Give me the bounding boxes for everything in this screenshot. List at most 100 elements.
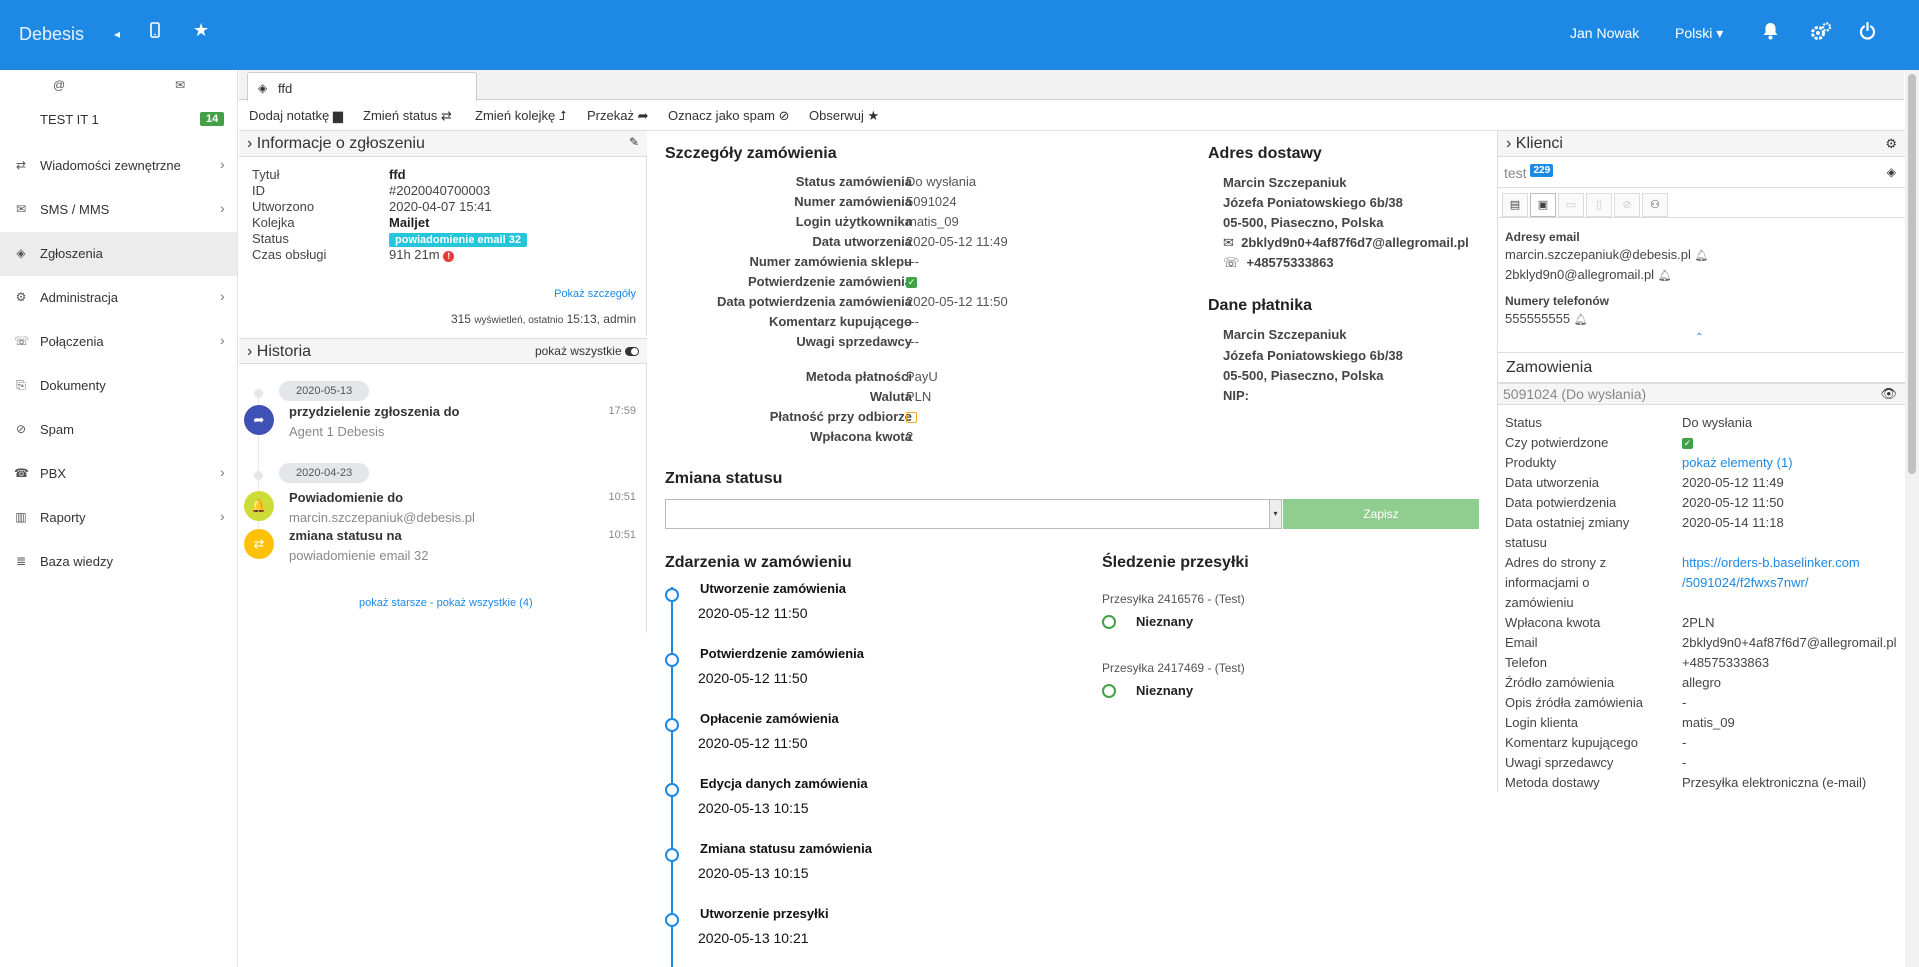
language-select[interactable]: Polski ▾: [1675, 25, 1723, 42]
ticket-info-header[interactable]: › Informacje o zgłoszeniu ✎: [239, 131, 647, 157]
ticket-info-value: ffd: [389, 167, 406, 182]
last-label: , ostatnio: [522, 315, 564, 326]
sidebar-top: @ ✉: [0, 70, 237, 100]
change-status-button[interactable]: Zmień status ⇄: [363, 108, 452, 124]
orders-label-line: Wpłacona kwota: [1505, 615, 1601, 630]
event-date: 2020-05-13 10:15: [698, 800, 809, 816]
power-icon[interactable]: [1859, 21, 1876, 46]
sidebar-item-label: Raporty: [40, 510, 86, 525]
history-header[interactable]: › Historia pokaż wszystkie: [239, 338, 647, 364]
star-icon[interactable]: ★: [193, 20, 209, 40]
shipment-label[interactable]: Przesyłka 2417469 - (Test): [1102, 661, 1245, 675]
order-label: Potwierdzenie zamówienia: [748, 274, 912, 289]
history-footer-link[interactable]: pokaż starsze - pokaż wszystkie (4): [359, 597, 533, 609]
history-entry-title: zmiana statusu na: [289, 528, 402, 543]
ban-icon[interactable]: ⊘: [1614, 193, 1640, 217]
page-scrollbar[interactable]: [1905, 70, 1919, 967]
brand-logo[interactable]: Debesis: [19, 24, 84, 45]
bell-icon[interactable]: 🔔︎: [1658, 270, 1672, 282]
order-url-link[interactable]: https://orders-b.baselinker.com: [1682, 555, 1860, 570]
order-value: ---: [906, 334, 919, 349]
client-email[interactable]: marcin.szczepaniuk@debesis.pl 🔔︎: [1505, 247, 1709, 262]
ticket-info-label: Czas obsługi: [252, 247, 327, 262]
events-title: Zdarzenia w zamówieniu: [665, 554, 852, 571]
bell-icon[interactable]: 🔔︎: [1574, 314, 1588, 326]
client-email[interactable]: 2bklyd9n0@allegromail.pl 🔔︎: [1505, 267, 1672, 282]
edit-icon[interactable]: ✎: [629, 135, 639, 149]
sidebar-item-9[interactable]: ≣ Baza wiedzy: [0, 540, 237, 584]
forward-button[interactable]: Przekaż ➦: [587, 108, 649, 124]
sidebar-item-0[interactable]: ⇄ Wiadomości zewnętrzne ›: [0, 144, 237, 188]
tag-icon: ◈: [258, 81, 268, 95]
sidebar-item-1[interactable]: ✉ SMS / MMS ›: [0, 188, 237, 232]
sidebar-item-6[interactable]: ⊘ Spam: [0, 408, 237, 452]
orders-label-line: Metoda dostawy: [1505, 775, 1600, 790]
chevron-left-icon[interactable]: ◂: [114, 24, 120, 44]
client-phone[interactable]: 555555555 🔔︎: [1505, 311, 1588, 326]
list-icon[interactable]: ▤: [1502, 193, 1528, 217]
order-label: Uwagi sprzedawcy: [796, 334, 912, 349]
order-item-header[interactable]: 5091024 (Do wysłania) 👁: [1498, 383, 1905, 405]
bell-icon[interactable]: [1762, 22, 1779, 46]
watch-button[interactable]: Obserwuj ★: [809, 108, 879, 124]
save-button[interactable]: Zapisz: [1283, 499, 1479, 529]
ticket-info-row-value: 2020-04-07 15:41: [389, 199, 492, 214]
gear-icon[interactable]: ⚙: [1885, 136, 1897, 152]
ticket-info-value: Mailjet: [389, 215, 430, 230]
history-entry-sub: marcin.szczepaniuk@debesis.pl: [289, 510, 475, 525]
add-note-button[interactable]: Dodaj notatkę ▆: [249, 108, 343, 124]
gears-icon[interactable]: [1810, 22, 1832, 48]
queue-item[interactable]: TEST IT 1 14: [0, 100, 237, 140]
orders-row-value: -: [1682, 753, 1686, 773]
sidebar-item-2[interactable]: ◈ Zgłoszenia: [0, 232, 237, 276]
sidebar-item-4[interactable]: ☏ Połączenia ›: [0, 320, 237, 364]
orders-header: Zamowienia: [1498, 353, 1905, 383]
order-url-link-2[interactable]: /5091024/f2fwxs7nwr/: [1682, 575, 1808, 590]
users-icon[interactable]: ⚇: [1642, 193, 1668, 217]
mobile-icon[interactable]: [150, 22, 160, 44]
show-all-toggle[interactable]: pokaż wszystkie: [535, 344, 639, 358]
tag-icon[interactable]: ◈: [1887, 165, 1896, 179]
order-row-value: Do wysłania: [906, 174, 976, 189]
ticket-info-title: › Informacje o zgłoszeniu: [247, 135, 425, 152]
history-entry-icon: 🔔: [244, 491, 274, 521]
eye-icon[interactable]: 👁: [1880, 386, 1897, 402]
sidebar-item-icon: ◈: [16, 246, 26, 260]
envelope-icon[interactable]: ✉: [175, 78, 185, 92]
history-entry-icon: ⇄: [244, 529, 274, 559]
status-select[interactable]: ▾: [665, 499, 1282, 529]
shipment-label[interactable]: Przesyłka 2416576 - (Test): [1102, 592, 1245, 606]
sidebar-item-label: Baza wiedzy: [40, 554, 113, 569]
orders-label-line: statusu: [1505, 535, 1547, 550]
mark-spam-button[interactable]: Oznacz jako spam ⊘: [668, 108, 789, 124]
orders-row-value: 2020-05-12 11:49: [1682, 473, 1784, 493]
orders-label: Komentarz kupującego: [1505, 733, 1638, 753]
user-name[interactable]: Jan Nowak: [1570, 25, 1639, 41]
sidebar-item-icon: ✉: [15, 202, 27, 216]
show-details-link[interactable]: Pokaż szczegóły: [554, 288, 636, 300]
sidebar-item-5[interactable]: ⎘ Dokumenty: [0, 364, 237, 408]
client-name[interactable]: test 229: [1504, 164, 1554, 181]
bell-icon[interactable]: 🔔︎: [1695, 250, 1709, 262]
chevron-right-icon: ›: [220, 200, 225, 216]
orders-row-value: 2020-05-14 11:18: [1682, 513, 1784, 533]
order-label: Status zamówienia: [795, 174, 912, 189]
at-icon[interactable]: @: [53, 78, 65, 92]
top-bar: Debesis ◂ ★ Jan Nowak Polski ▾: [0, 0, 1919, 70]
sidebar-item-icon: ≣: [15, 554, 27, 568]
id-card-icon[interactable]: ▣: [1530, 193, 1556, 217]
sidebar-item-7[interactable]: ☎ PBX ›: [0, 452, 237, 496]
chevron-up-icon[interactable]: ⌃: [1695, 332, 1703, 343]
language-label: Polski: [1675, 25, 1713, 41]
document-icon[interactable]: ▯: [1586, 193, 1612, 217]
show-products-link[interactable]: pokaż elementy (1): [1682, 455, 1793, 470]
clients-header[interactable]: › Klienci ⚙: [1498, 131, 1905, 157]
sidebar-item-3[interactable]: ⚙ Administracja ›: [0, 276, 237, 320]
contact-icon[interactable]: ▭: [1558, 193, 1584, 217]
tab-label: ffd: [278, 81, 293, 96]
change-queue-button[interactable]: Zmień kolejkę ⮥: [475, 108, 567, 124]
sidebar-item-icon: ☎: [14, 466, 29, 480]
scrollbar-thumb[interactable]: [1908, 74, 1916, 474]
sidebar-item-8[interactable]: ▥ Raporty ›: [0, 496, 237, 540]
tab-ticket[interactable]: ◈ ffd: [247, 72, 477, 101]
